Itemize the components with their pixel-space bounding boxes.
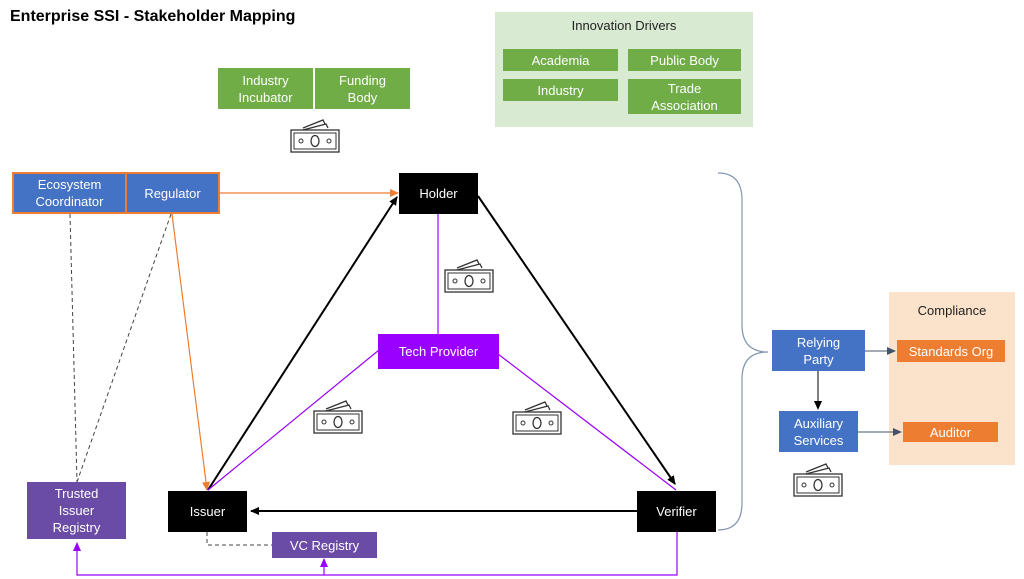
money-bill-icon bbox=[444, 259, 494, 293]
edge-verifier-registries bbox=[73, 532, 678, 576]
node-auxiliary-services[interactable]: Auxiliary Services bbox=[779, 411, 858, 452]
edge-coordinator-registry bbox=[69, 213, 78, 483]
node-vc-registry[interactable]: VC Registry bbox=[272, 532, 377, 558]
edge-holder-verifier bbox=[477, 195, 676, 485]
node-ecosystem-coordinator[interactable]: Ecosystem Coordinator bbox=[12, 172, 127, 214]
money-bill-icon bbox=[793, 463, 843, 497]
node-issuer[interactable]: Issuer bbox=[168, 491, 247, 532]
node-auditor[interactable]: Auditor bbox=[903, 422, 998, 442]
money-bill-icon bbox=[512, 401, 562, 435]
node-standards-org[interactable]: Standards Org bbox=[897, 340, 1005, 362]
node-tech-provider[interactable]: Tech Provider bbox=[378, 334, 499, 369]
node-regulator[interactable]: Regulator bbox=[125, 172, 220, 214]
node-relying-party[interactable]: Relying Party bbox=[772, 330, 865, 371]
node-holder[interactable]: Holder bbox=[399, 173, 478, 214]
edge-issuer-holder bbox=[207, 196, 398, 491]
node-verifier[interactable]: Verifier bbox=[637, 491, 716, 532]
edge-regulator-issuer bbox=[171, 213, 210, 491]
edge-regulator-registry bbox=[76, 213, 172, 483]
money-bill-icon bbox=[313, 400, 363, 434]
brace bbox=[717, 172, 769, 531]
connectors bbox=[69, 172, 902, 576]
edge-issuer-vc-registry bbox=[206, 532, 272, 546]
money-bill-icon bbox=[290, 119, 340, 153]
node-trusted-issuer-registry[interactable]: Trusted Issuer Registry bbox=[27, 482, 126, 539]
